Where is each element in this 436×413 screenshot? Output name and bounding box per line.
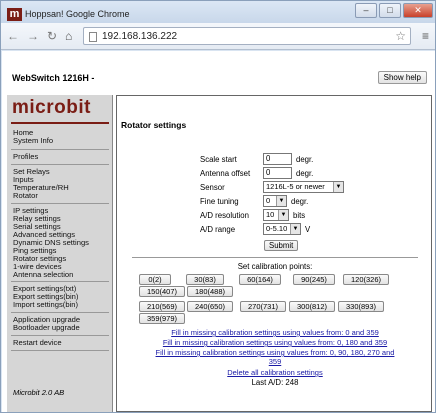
sidebar-divider xyxy=(11,203,109,204)
home-icon[interactable]: ⌂ xyxy=(65,29,72,43)
reload-icon[interactable]: ↻ xyxy=(47,29,57,43)
sidebar-group-home: Home System Info xyxy=(13,129,53,145)
sidebar-group-profiles: Profiles xyxy=(13,153,38,161)
scale-start-label: Scale start xyxy=(200,155,237,164)
menu-icon[interactable]: ≡ xyxy=(422,29,429,43)
sensor-label: Sensor xyxy=(200,183,225,192)
sidebar: microbit Home System Info Profiles Set R… xyxy=(7,95,113,412)
ad-range-select[interactable]: 0-5.10 ▼ xyxy=(263,223,301,235)
url-text: 192.168.136.222 xyxy=(102,31,178,42)
ad-range-select-value: 0-5.10 xyxy=(266,224,288,233)
sidebar-divider xyxy=(11,281,109,282)
ad-resolution-select[interactable]: 10 ▼ xyxy=(263,209,289,221)
sidebar-item-import-bin[interactable]: Import settings(bin) xyxy=(13,301,78,309)
ad-resolution-select-value: 10 xyxy=(266,210,275,219)
sensor-select[interactable]: 1216L-5 or newer ▼ xyxy=(263,181,344,193)
page-icon xyxy=(89,32,97,42)
section-divider xyxy=(132,257,418,258)
favicon-icon: m xyxy=(7,8,22,21)
fine-tuning-select[interactable]: 0 ▼ xyxy=(263,195,287,207)
ad-resolution-label: A/D resolution xyxy=(200,211,249,220)
calibration-point-button[interactable]: 330(893) xyxy=(338,301,384,312)
scale-start-unit: degr. xyxy=(296,155,314,164)
set-calibration-label: Set calibration points: xyxy=(237,262,313,271)
close-icon[interactable]: ✕ xyxy=(403,3,433,18)
calibration-point-button[interactable]: 300(812) xyxy=(289,301,335,312)
fill-calibration-link-2[interactable]: Fill in missing calibration settings usi… xyxy=(117,338,433,347)
last-ad-value: Last A/D: 248 xyxy=(251,378,299,387)
scale-start-input[interactable]: 0 xyxy=(263,153,292,165)
sidebar-item-bootloader-upgrade[interactable]: Bootloader upgrade xyxy=(13,324,80,332)
chevron-down-icon: ▼ xyxy=(276,196,286,206)
sidebar-group-export: Export settings(txt) Export settings(bin… xyxy=(13,285,78,309)
sidebar-item-system-info[interactable]: System Info xyxy=(13,137,53,145)
tab-title: Hoppsan! Google Chrome xyxy=(25,9,130,19)
calibration-point-button[interactable]: 150(407) xyxy=(139,286,185,297)
chevron-down-icon: ▼ xyxy=(290,224,300,234)
sidebar-item-rotator[interactable]: Rotator xyxy=(13,192,69,200)
sidebar-item-restart-device[interactable]: Restart device xyxy=(13,339,62,347)
sidebar-footer: Microbit 2.0 AB xyxy=(13,388,65,397)
calibration-point-button[interactable]: 0(2) xyxy=(139,274,171,285)
calibration-point-button[interactable]: 180(488) xyxy=(187,286,233,297)
maximize-icon[interactable]: □ xyxy=(379,3,401,18)
sensor-select-value: 1216L-5 or newer xyxy=(266,182,325,191)
fill-calibration-link-3[interactable]: Fill in missing calibration settings usi… xyxy=(117,348,433,366)
sidebar-divider xyxy=(11,335,109,336)
section-title: Rotator settings xyxy=(121,120,187,130)
delete-calibration-link[interactable]: Delete all calibration settings xyxy=(117,368,433,377)
sidebar-divider xyxy=(11,350,109,351)
sidebar-group-upgrade: Application upgrade Bootloader upgrade xyxy=(13,316,80,332)
brand-logo: microbit xyxy=(12,97,91,118)
calibration-point-button[interactable]: 90(245) xyxy=(293,274,335,285)
ad-range-label: A/D range xyxy=(200,225,236,234)
forward-arrow-icon[interactable]: → xyxy=(27,29,39,43)
sidebar-group-control: Set Relays Inputs Temperature/RH Rotator xyxy=(13,168,69,200)
page-header: WebSwitch 1216H - Show help xyxy=(2,51,435,91)
ad-range-unit: V xyxy=(305,225,311,234)
sidebar-divider xyxy=(11,149,109,150)
fine-tuning-unit: degr. xyxy=(291,197,309,206)
submit-button[interactable]: Submit xyxy=(264,240,299,251)
browser-window: m Hoppsan! Google Chrome – □ ✕ ← → ↻ ⌂ 1… xyxy=(0,0,436,413)
fill-calibration-link-1[interactable]: Fill in missing calibration settings usi… xyxy=(117,328,433,337)
sidebar-item-profiles[interactable]: Profiles xyxy=(13,153,38,161)
address-bar[interactable]: 192.168.136.222 ☆ xyxy=(83,27,411,45)
antenna-offset-input[interactable]: 0 xyxy=(263,167,292,179)
chevron-down-icon: ▼ xyxy=(278,210,288,220)
sidebar-group-restart: Restart device xyxy=(13,339,62,347)
sidebar-divider xyxy=(11,312,109,313)
calibration-point-button[interactable]: 240(650) xyxy=(187,301,233,312)
calibration-point-button[interactable]: 60(164) xyxy=(239,274,281,285)
title-bar: m Hoppsan! Google Chrome – □ ✕ xyxy=(1,1,435,23)
back-arrow-icon[interactable]: ← xyxy=(7,29,19,43)
calibration-point-button[interactable]: 30(83) xyxy=(186,274,224,285)
browser-toolbar: ← → ↻ ⌂ 192.168.136.222 ☆ ≡ xyxy=(1,23,435,50)
show-help-button[interactable]: Show help xyxy=(377,71,427,84)
calibration-point-button[interactable]: 120(326) xyxy=(343,274,389,285)
chevron-down-icon: ▼ xyxy=(333,182,343,192)
sidebar-divider xyxy=(11,164,109,165)
sidebar-item-antenna-selection[interactable]: Antenna selection xyxy=(13,271,89,279)
brand-underline xyxy=(11,122,109,124)
page-title: WebSwitch 1216H - xyxy=(12,73,95,83)
browser-tab[interactable]: m Hoppsan! Google Chrome xyxy=(3,4,153,23)
calibration-point-button[interactable]: 270(731) xyxy=(240,301,286,312)
fine-tuning-select-value: 0 xyxy=(266,196,271,205)
web-page: WebSwitch 1216H - Show help microbit Hom… xyxy=(2,51,435,412)
ad-resolution-unit: bits xyxy=(293,211,306,220)
calibration-point-button[interactable]: 359(979) xyxy=(139,313,185,324)
bookmark-star-icon[interactable]: ☆ xyxy=(395,29,406,43)
minimize-icon[interactable]: – xyxy=(355,3,377,18)
antenna-offset-unit: degr. xyxy=(296,169,314,178)
main-panel: Rotator settings Scale start 0 degr. Ant… xyxy=(116,95,432,412)
fine-tuning-label: Fine tuning xyxy=(200,197,239,206)
sidebar-group-settings: IP settings Relay settings Serial settin… xyxy=(13,207,89,279)
calibration-point-button[interactable]: 210(569) xyxy=(139,301,185,312)
antenna-offset-label: Antenna offset xyxy=(200,169,251,178)
